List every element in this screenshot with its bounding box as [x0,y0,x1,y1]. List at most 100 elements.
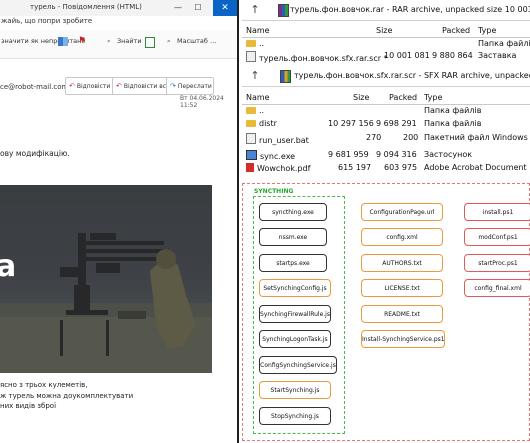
reply-button[interactable]: ↶ Відповісти [65,77,114,95]
file-packed: 9 698 291 [376,119,417,128]
file-size: 615 197 [338,163,372,172]
file-icon [246,51,256,62]
folder-icon [246,40,256,47]
file-type: Папка файлів [424,119,482,128]
more-options-button[interactable]: … [210,37,217,45]
archive-path: турель.фон.вовчок.sfx.rar.scr - SFX RAR … [294,71,530,80]
folder-icon [246,120,256,127]
address-bar: ↑ турель.фон.вовчок.sfx.rar.scr - SFX RA… [242,66,530,87]
minimize-icon[interactable]: — [170,2,186,14]
diagram-node: config.xml [361,228,443,246]
column-packed[interactable]: Packed [442,26,470,35]
message-image: a [0,185,212,373]
flag-icon[interactable]: ⚑ [78,36,86,46]
diagram-node: LICENSE.txt [361,279,443,297]
reply-all-button[interactable]: ↶ Відповісти всім [112,77,172,95]
diagram-node: SynchingLogonTask.js [259,330,331,348]
file-size: 270 [366,133,382,142]
diagram-node: SetSynchingConfig.js [259,279,331,297]
sender-address: ce@robot-mail.com> [0,83,75,91]
diagram-node: syncthing.exe [259,203,327,221]
reply-label: Відповісти [76,83,111,90]
forward-icon: ↷ [170,82,176,90]
file-name: турель.фон.вовчок.sfx.rar.scr * [259,54,388,63]
file-row[interactable]: sync.exe 9 681 959 9 094 316 Застосунок [242,150,530,161]
archive-path: турель.фон.вовчок.rar - RAR archive, unp… [290,5,530,14]
diagram-node: ConfigurationPage.url [361,203,443,221]
mark-unread-button[interactable]: значити як непрочитане [1,37,85,45]
address-bar: ↑ турель.фон.вовчок.rar - RAR archive, u… [242,0,530,21]
reply-all-icon: ↶ [116,82,122,90]
file-type: Застосунок [424,150,473,159]
outlook-title-bar: турель - Повідомлення (HTML) — ☐ ✕ [0,0,237,16]
diagram-node: Install-SynchingService.ps1 [361,330,445,348]
file-packed: 603 975 [384,163,418,172]
file-size: 10 297 156 [328,119,374,128]
message-body-text: ову модифікацію. [0,149,70,158]
categorize-icon[interactable] [58,37,68,46]
file-type: Папка файлів [424,106,482,115]
close-button[interactable]: ✕ [213,0,237,16]
batch-file-icon [246,133,256,144]
rar-archive-window-top: ↑ турель.фон.вовчок.rar - RAR archive, u… [242,0,530,64]
message-date: Вт 04.06.2024 11:52 [180,95,224,109]
file-packed: 200 [403,133,419,142]
body-line: ясно з трьох кулеметів, [0,381,88,389]
file-row[interactable]: турель.фон.вовчок.sfx.rar.scr * 10 001 0… [242,51,530,63]
zoom-button[interactable]: Масштаб [177,37,208,45]
forward-button[interactable]: ↷ Переслати [166,77,214,95]
zoom-icon: ⌕ [167,37,171,45]
diagram-node: AUTHORS.txt [361,254,443,272]
file-packed: 9 880 864 [432,51,473,60]
column-packed[interactable]: Packed [389,93,417,102]
file-name: .. [259,39,265,48]
info-bar-text: жайь, що попри зробите [1,17,93,25]
file-name: run_user.bat [259,136,309,145]
image-overlay-text: a [0,249,16,284]
window-title: турель - Повідомлення (HTML) [30,3,142,11]
application-icon [246,150,257,160]
file-name: sync.exe [260,152,296,161]
forward-label: Переслати [177,83,212,90]
file-row[interactable]: distr 10 297 156 9 698 291 Папка файлів [242,119,530,130]
ribbon-toolbar: значити як непрочитане ⚑ ⌕ Знайти ⌕ Масш… [0,30,237,59]
column-type[interactable]: Type [424,93,442,102]
diagram-node: ConfigSynchingService.js [259,356,337,374]
file-row[interactable]: Wowchok.pdf 615 197 603 975 Adobe Acroba… [242,163,530,174]
column-type[interactable]: Type [478,26,496,35]
search-icon: ⌕ [107,37,111,45]
file-row[interactable]: .. Папка файлів [242,106,530,117]
rar-archive-window-bottom: ↑ турель.фон.вовчок.sfx.rar.scr - SFX RA… [242,66,530,180]
diagram-node: startProc.ps1 [464,254,530,272]
column-name[interactable]: Name [246,93,270,102]
reply-icon: ↶ [69,82,75,90]
folder-icon [246,107,256,114]
up-arrow-icon[interactable]: ↑ [248,3,262,17]
find-button[interactable]: Знайти [117,37,142,45]
file-row[interactable]: .. Папка файлів [242,39,530,50]
up-arrow-icon[interactable]: ↑ [248,69,262,83]
file-name: Wowchok.pdf [257,164,311,173]
maximize-icon[interactable]: ☐ [190,2,206,14]
file-size: 10 001 081 [384,51,430,60]
column-name[interactable]: Name [246,26,270,35]
body-line: них видів зброї [0,402,57,410]
sfx-archive-icon [280,70,291,83]
diagram-node: startps.exe [259,254,327,272]
group-title: SYNCTHING [254,188,294,195]
column-size[interactable]: Size [376,26,392,35]
diagram-node: modConf.ps1 [464,228,530,246]
file-type: Заставка [478,51,517,60]
file-size: 9 681 959 [328,150,369,159]
file-structure-diagram: SYNCTHING syncthing.exe nssm.exe startps… [242,183,530,441]
column-size[interactable]: Size [353,93,369,102]
info-bar: жайь, що попри зробите [0,16,237,28]
outlook-message-window: турель - Повідомлення (HTML) — ☐ ✕ жайь,… [0,0,239,443]
file-row[interactable]: run_user.bat 270 200 Пакетний файл Windo… [242,133,530,145]
file-type: Adobe Acrobat Document [424,163,527,172]
apps-icon[interactable] [145,37,155,48]
message-body-bottom: ясно з трьох кулеметів, ж турель можна д… [0,380,133,412]
pdf-icon [246,163,254,172]
file-list-header: Name Size Packed Type [242,25,530,38]
file-name: distr [259,119,277,128]
